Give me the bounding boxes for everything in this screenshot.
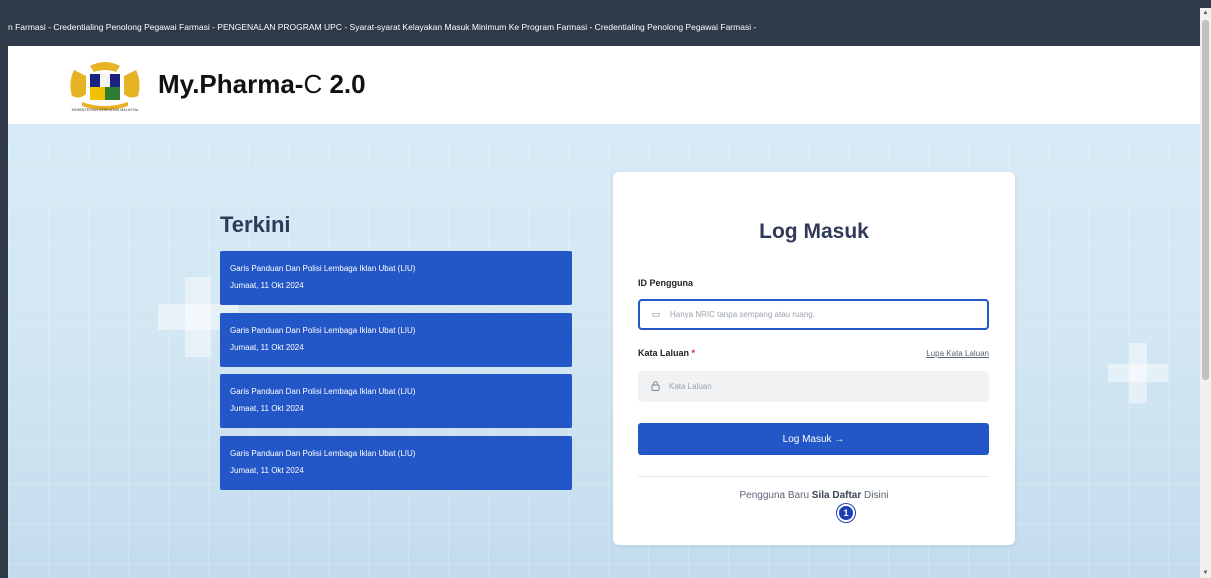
news-ticker: n Farmasi - Credentialing Penolong Pegaw… bbox=[8, 8, 1200, 46]
news-item[interactable]: Garis Panduan Dan Polisi Lembaga Iklan U… bbox=[220, 374, 572, 428]
site-header: KEMENTERIAN KESIHATAN MALAYSIA My.Pharma… bbox=[8, 46, 1200, 124]
scroll-down-arrow-icon[interactable]: ▼ bbox=[1200, 568, 1211, 578]
lock-icon bbox=[649, 380, 661, 393]
register-suffix: Disini bbox=[864, 490, 889, 501]
brand-thin: C bbox=[303, 69, 330, 99]
terkini-title: Terkini bbox=[220, 212, 291, 237]
required-mark: * bbox=[691, 348, 696, 358]
brand-version: 2.0 bbox=[329, 69, 366, 99]
password-label-text: Kata Laluan bbox=[638, 348, 690, 358]
news-date: Jumaat, 11 Okt 2024 bbox=[230, 343, 304, 352]
register-prompt: Pengguna Baru Sila Daftar Disini bbox=[613, 490, 1015, 501]
id-pengguna-input[interactable]: ▭ Hanya NRIC tanpa sempang atau ruang. bbox=[638, 299, 989, 330]
register-link[interactable]: Sila Daftar bbox=[812, 490, 861, 501]
news-item[interactable]: Garis Panduan Dan Polisi Lembaga Iklan U… bbox=[220, 313, 572, 367]
decorative-cross bbox=[1129, 343, 1147, 403]
decorative-cross bbox=[185, 277, 211, 357]
coat-of-arms-logo[interactable] bbox=[60, 60, 150, 114]
step-marker-badge: 1 bbox=[837, 504, 855, 522]
id-placeholder: Hanya NRIC tanpa sempang atau ruang. bbox=[670, 310, 815, 319]
login-title: Log Masuk bbox=[759, 220, 869, 243]
id-label: ID Pengguna bbox=[638, 278, 694, 288]
news-title: Garis Panduan Dan Polisi Lembaga Iklan U… bbox=[230, 387, 416, 396]
login-card: Log Masuk ID Pengguna ▭ Hanya NRIC tanpa… bbox=[613, 172, 1015, 545]
forgot-password-link[interactable]: Lupa Kata Laluan bbox=[926, 349, 989, 358]
news-date: Jumaat, 11 Okt 2024 bbox=[230, 281, 304, 290]
scroll-thumb[interactable] bbox=[1202, 20, 1209, 380]
password-label: Kata Laluan * bbox=[638, 348, 695, 358]
browser-viewport: n Farmasi - Credentialing Penolong Pegaw… bbox=[8, 8, 1200, 578]
scroll-up-arrow-icon[interactable]: ▲ bbox=[1200, 8, 1211, 18]
id-card-icon: ▭ bbox=[651, 309, 661, 319]
password-placeholder: Kata Laluan bbox=[669, 382, 712, 391]
news-title: Garis Panduan Dan Polisi Lembaga Iklan U… bbox=[230, 449, 416, 458]
news-date: Jumaat, 11 Okt 2024 bbox=[230, 404, 304, 413]
news-title: Garis Panduan Dan Polisi Lembaga Iklan U… bbox=[230, 326, 416, 335]
news-item[interactable]: Garis Panduan Dan Polisi Lembaga Iklan U… bbox=[220, 436, 572, 490]
divider bbox=[638, 476, 989, 477]
app-brand-title[interactable]: My.Pharma-C 2.0 bbox=[158, 69, 366, 100]
news-item[interactable]: Garis Panduan Dan Polisi Lembaga Iklan U… bbox=[220, 251, 572, 305]
brand-main: My.Pharma- bbox=[158, 69, 304, 99]
login-button[interactable]: Log Masuk → bbox=[638, 423, 989, 455]
register-prefix: Pengguna Baru bbox=[739, 490, 810, 501]
logo-caption: KEMENTERIAN KESIHATAN MALAYSIA bbox=[71, 108, 139, 112]
news-title: Garis Panduan Dan Polisi Lembaga Iklan U… bbox=[230, 264, 416, 273]
news-date: Jumaat, 11 Okt 2024 bbox=[230, 466, 304, 475]
vertical-scrollbar[interactable]: ▲ ▼ bbox=[1200, 8, 1211, 578]
hero-section: Terkini Garis Panduan Dan Polisi Lembaga… bbox=[8, 124, 1200, 578]
password-input[interactable]: Kata Laluan bbox=[638, 371, 989, 402]
ticker-text[interactable]: n Farmasi - Credentialing Penolong Pegaw… bbox=[8, 22, 756, 32]
